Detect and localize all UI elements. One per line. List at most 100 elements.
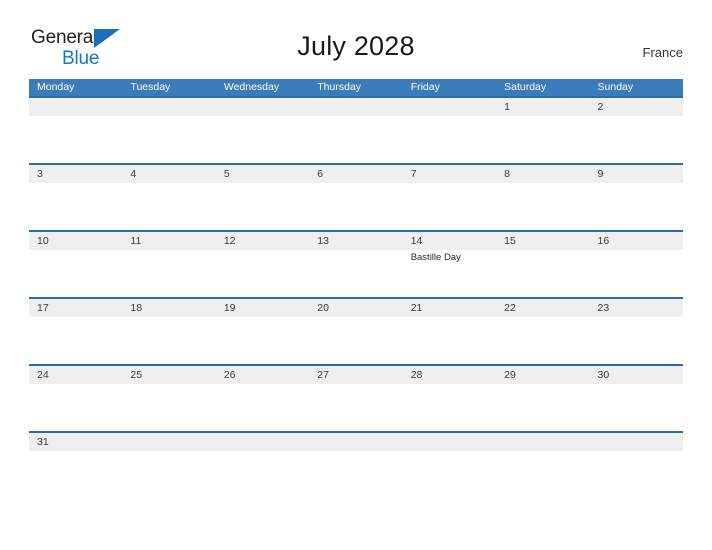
day-cell-7[interactable]: 7 — [402, 163, 497, 231]
day-number: 6 — [309, 165, 403, 183]
day-cell-4[interactable]: 4 — [122, 163, 216, 231]
day-number — [215, 433, 310, 451]
page-title: July 2028 — [297, 31, 415, 61]
day-number: 17 — [29, 299, 123, 317]
day-cell-26[interactable]: 26 — [215, 364, 310, 432]
day-cell-2[interactable]: 2 — [589, 96, 683, 164]
weekday-header-wednesday: Wednesday — [215, 79, 310, 97]
day-cell-25[interactable]: 25 — [122, 364, 216, 432]
day-cell-22[interactable]: 22 — [496, 297, 590, 365]
weekday-header-saturday: Saturday — [496, 79, 590, 97]
day-cell-content: 24 — [29, 366, 123, 431]
weekday-header-thursday: Thursday — [309, 79, 403, 97]
day-cell-content: 11 — [122, 232, 216, 297]
day-cell-28[interactable]: 28 — [402, 364, 497, 432]
day-cell-24[interactable]: 24 — [29, 364, 123, 432]
day-cell-empty[interactable] — [29, 96, 123, 164]
day-cell-content — [402, 98, 497, 163]
day-cell-27[interactable]: 27 — [309, 364, 403, 432]
day-cell-empty[interactable] — [496, 431, 590, 498]
day-cell-content: 9 — [589, 165, 683, 230]
day-cell-6[interactable]: 6 — [309, 163, 403, 231]
day-cell-content — [589, 433, 683, 498]
day-cell-empty[interactable] — [122, 431, 216, 498]
day-cell-content: 27 — [309, 366, 403, 431]
day-cell-10[interactable]: 10 — [29, 230, 123, 298]
day-number: 28 — [402, 366, 497, 384]
day-number — [589, 433, 683, 451]
day-cell-content — [215, 433, 310, 498]
day-cell-content: 19 — [215, 299, 310, 364]
day-number — [402, 98, 497, 116]
day-number — [29, 98, 123, 116]
day-number: 30 — [589, 366, 683, 384]
day-number — [309, 98, 403, 116]
day-cell-13[interactable]: 13 — [309, 230, 403, 298]
day-number: 9 — [589, 165, 683, 183]
day-cell-content — [29, 98, 123, 163]
day-number: 12 — [215, 232, 310, 250]
day-cell-empty[interactable] — [122, 96, 216, 164]
day-cell-empty[interactable] — [215, 431, 310, 498]
day-cell-content: 3 — [29, 165, 123, 230]
day-cell-content — [402, 433, 497, 498]
weekday-header-tuesday: Tuesday — [122, 79, 216, 97]
day-number — [496, 433, 590, 451]
day-cell-3[interactable]: 3 — [29, 163, 123, 231]
day-cell-17[interactable]: 17 — [29, 297, 123, 365]
day-cell-content: 23 — [589, 299, 683, 364]
day-cell-content: 26 — [215, 366, 310, 431]
day-cell-content — [496, 433, 590, 498]
day-cell-23[interactable]: 23 — [589, 297, 683, 365]
day-number: 5 — [215, 165, 310, 183]
day-cell-empty[interactable] — [402, 431, 497, 498]
day-cell-empty[interactable] — [589, 431, 683, 498]
day-cell-9[interactable]: 9 — [589, 163, 683, 231]
day-cell-18[interactable]: 18 — [122, 297, 216, 365]
day-cell-31[interactable]: 31 — [29, 431, 123, 498]
day-number: 29 — [496, 366, 590, 384]
day-number: 10 — [29, 232, 123, 250]
day-events: Bastille Day — [403, 250, 496, 264]
day-cell-empty[interactable] — [309, 96, 403, 164]
day-cell-content: 29 — [496, 366, 590, 431]
day-number: 2 — [589, 98, 683, 116]
day-cell-30[interactable]: 30 — [589, 364, 683, 432]
day-cell-content: 6 — [309, 165, 403, 230]
day-cell-29[interactable]: 29 — [496, 364, 590, 432]
day-cell-1[interactable]: 1 — [496, 96, 590, 164]
day-cell-content: 22 — [496, 299, 590, 364]
day-cell-12[interactable]: 12 — [215, 230, 310, 298]
day-cell-8[interactable]: 8 — [496, 163, 590, 231]
day-number: 16 — [589, 232, 683, 250]
day-cell-15[interactable]: 15 — [496, 230, 590, 298]
day-cell-content — [309, 433, 403, 498]
week-row: 12 — [29, 96, 683, 164]
day-number: 20 — [309, 299, 403, 317]
weekday-header-row: Monday Tuesday Wednesday Thursday Friday Satu… — [29, 79, 683, 97]
day-cell-5[interactable]: 5 — [215, 163, 310, 231]
day-number: 7 — [402, 165, 497, 183]
day-cell-19[interactable]: 19 — [215, 297, 310, 365]
day-cell-empty[interactable] — [402, 96, 497, 164]
day-cell-16[interactable]: 16 — [589, 230, 683, 298]
day-cell-content: 15 — [496, 232, 590, 297]
day-number — [215, 98, 310, 116]
day-number: 25 — [122, 366, 216, 384]
day-number: 14 — [402, 232, 497, 250]
day-cell-content: 12 — [215, 232, 310, 297]
day-cell-11[interactable]: 11 — [122, 230, 216, 298]
weekday-header-sunday: Sunday — [589, 79, 683, 97]
country-label: France — [642, 45, 683, 60]
day-cell-empty[interactable] — [309, 431, 403, 498]
day-cell-empty[interactable] — [215, 96, 310, 164]
day-number: 27 — [309, 366, 403, 384]
day-cell-content: 31 — [29, 433, 123, 498]
day-cell-content: 28 — [402, 366, 497, 431]
day-number: 24 — [29, 366, 123, 384]
day-number: 11 — [122, 232, 216, 250]
day-cell-14[interactable]: 14 Bastille Day — [402, 230, 497, 298]
day-cell-21[interactable]: 21 — [402, 297, 497, 365]
day-cell-20[interactable]: 20 — [309, 297, 403, 365]
day-number — [122, 98, 216, 116]
